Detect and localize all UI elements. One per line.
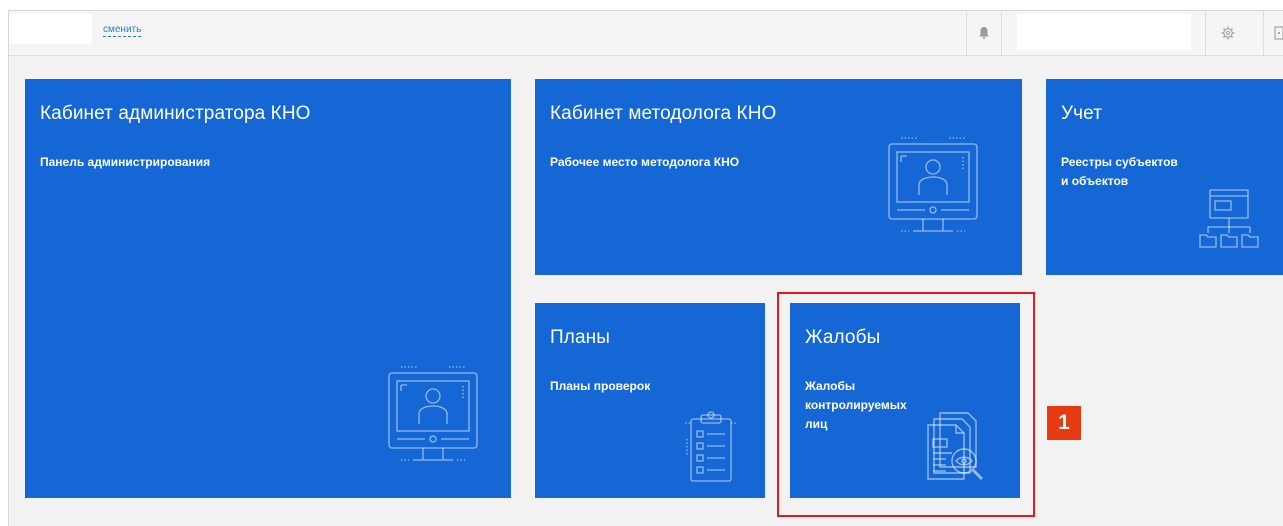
- organization-name-field: [9, 14, 92, 44]
- user-name-field: [1017, 14, 1191, 50]
- tile-complaints[interactable]: Жалобы Жалобы контролируемых лиц: [790, 303, 1020, 498]
- tile-subtitle: Рабочее место методолога КНО: [550, 155, 740, 169]
- logout-button[interactable]: [1263, 11, 1283, 55]
- tile-subtitle: Жалобы контролируемых лиц: [805, 377, 907, 434]
- notifications-button[interactable]: [966, 11, 1002, 55]
- document-search-icon: [927, 412, 984, 481]
- tile-accounting[interactable]: Учет Реестры субъектов и объектов: [1046, 79, 1283, 275]
- tile-subtitle: Реестры субъектов и объектов: [1061, 153, 1178, 191]
- tile-methodologist-cabinet[interactable]: Кабинет методолога КНО Рабочее место мет…: [535, 79, 1022, 275]
- tile-title: Кабинет методолога КНО: [550, 103, 777, 124]
- tile-subtitle: Панель администрирования: [40, 155, 211, 169]
- tile-subtitle: Планы проверок: [550, 379, 651, 393]
- exit-icon: [1274, 26, 1283, 40]
- app-frame: сменить Кабинет администратора КНО Панел…: [8, 10, 1283, 526]
- settings-button[interactable]: [1205, 11, 1249, 55]
- tile-subtitle-line: и объектов: [1061, 174, 1129, 188]
- tile-title: Жалобы: [805, 327, 881, 348]
- annotation-marker: 1: [1047, 406, 1081, 440]
- tile-title: Учет: [1061, 103, 1103, 124]
- clipboard-checklist-icon: [685, 411, 737, 482]
- tile-subtitle-line: лиц: [805, 417, 828, 431]
- tile-title: Кабинет администратора КНО: [40, 103, 311, 124]
- tile-subtitle-line: Жалобы: [805, 379, 856, 393]
- tile-subtitle-line: контролируемых: [805, 398, 907, 412]
- tile-title: Планы: [550, 327, 610, 348]
- tile-subtitle-line: Реестры субъектов: [1061, 155, 1178, 169]
- change-organization-link[interactable]: сменить: [103, 24, 142, 37]
- tile-plans[interactable]: Планы Планы проверок: [535, 303, 765, 498]
- bell-icon: [979, 27, 989, 39]
- top-bar: сменить: [9, 11, 1283, 56]
- monitor-user-icon: [888, 137, 978, 232]
- registry-folders-icon: [1199, 189, 1259, 248]
- tile-admin-cabinet[interactable]: Кабинет администратора КНО Панель админи…: [25, 79, 511, 498]
- monitor-user-icon: [388, 366, 478, 461]
- gear-icon: [1221, 26, 1234, 40]
